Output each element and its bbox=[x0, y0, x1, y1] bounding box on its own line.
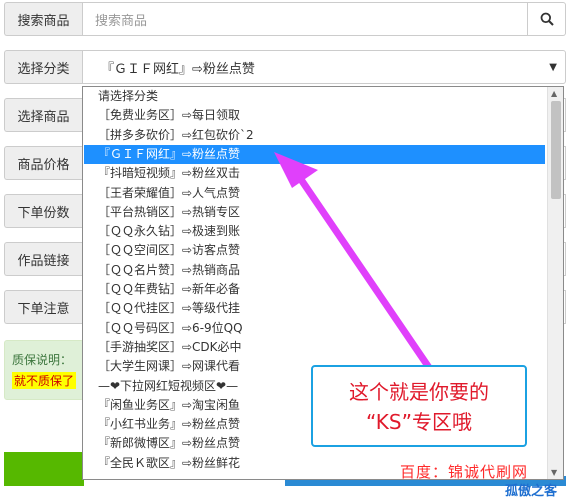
dropdown-option[interactable]: 『抖暗短视频』⇨粉丝双击 bbox=[84, 164, 545, 183]
callout-line-2: “KS”专区哦 bbox=[366, 410, 472, 434]
dropdown-option[interactable]: ［ＱＱ永久钻］⇨极速到账 bbox=[84, 222, 545, 241]
submit-button[interactable] bbox=[4, 452, 84, 486]
category-select-value: 『ＧＩＦ网红』⇨粉丝点赞 bbox=[101, 61, 255, 77]
scroll-down-icon[interactable]: ▼ bbox=[551, 468, 557, 477]
category-label: 选择分类 bbox=[4, 50, 82, 84]
notice-alert: 质保说明： 就不质保了 bbox=[4, 340, 84, 400]
search-label: 搜索商品 bbox=[4, 2, 82, 36]
scroll-thumb[interactable] bbox=[551, 101, 561, 199]
dropdown-scrollbar[interactable]: ▲ ▼ bbox=[547, 87, 563, 479]
dropdown-option[interactable]: ［平台热销区］⇨热销专区 bbox=[84, 203, 545, 222]
dropdown-option[interactable]: ［手游抽奖区］⇨CDK必中 bbox=[84, 338, 545, 357]
dropdown-option[interactable]: ［ＱＱ年费钻］⇨新年必备 bbox=[84, 280, 545, 299]
notice-highlight: 就不质保了 bbox=[12, 372, 77, 389]
caret-down-icon: ▼ bbox=[549, 62, 557, 73]
category-select[interactable]: 『ＧＩＦ网红』⇨粉丝点赞 ▼ bbox=[82, 50, 566, 84]
quantity-label: 下单份数 bbox=[4, 194, 82, 228]
watermark-text: 百度：锦诚代刷网 bbox=[400, 463, 529, 481]
corner-logo: 孤傲之客 bbox=[505, 484, 558, 499]
scroll-up-icon[interactable]: ▲ bbox=[551, 89, 557, 98]
dropdown-option[interactable]: ［ＱＱ代挂区］⇨等级代挂 bbox=[84, 299, 545, 318]
search-input[interactable]: 搜索商品 bbox=[82, 2, 528, 36]
search-button[interactable] bbox=[528, 2, 566, 36]
annotation-callout: 这个就是你要的 “KS”专区哦 bbox=[311, 365, 527, 447]
dropdown-option[interactable]: 请选择分类 bbox=[84, 87, 545, 106]
price-label: 商品价格 bbox=[4, 146, 82, 180]
dropdown-option[interactable]: 『ＧＩＦ网红』⇨粉丝点赞 bbox=[84, 144, 545, 164]
link-label: 作品链接 bbox=[4, 242, 82, 276]
dropdown-option[interactable]: ［拼多多砍价］⇨红包砍价`2 bbox=[84, 126, 545, 145]
dropdown-option[interactable]: ［ＱＱ空间区］⇨访客点赞 bbox=[84, 241, 545, 260]
category-row: 选择分类 『ＧＩＦ网红』⇨粉丝点赞 ▼ bbox=[4, 50, 566, 84]
callout-line-1: 这个就是你要的 bbox=[349, 380, 489, 404]
dropdown-option[interactable]: ［王者荣耀值］⇨人气点赞 bbox=[84, 184, 545, 203]
search-row: 搜索商品 搜索商品 bbox=[4, 2, 566, 36]
product-label: 选择商品 bbox=[4, 98, 82, 132]
dropdown-option[interactable]: ［ＱＱ名片赞］⇨热销商品 bbox=[84, 261, 545, 280]
dropdown-option[interactable]: ［免费业务区］⇨每日领取 bbox=[84, 106, 545, 125]
notice-title: 质保说明： bbox=[12, 353, 73, 367]
dropdown-option[interactable]: ［ＱＱ号码区］⇨6-9位QQ bbox=[84, 319, 545, 338]
notes-label: 下单注意 bbox=[4, 290, 82, 324]
search-icon bbox=[540, 12, 554, 26]
